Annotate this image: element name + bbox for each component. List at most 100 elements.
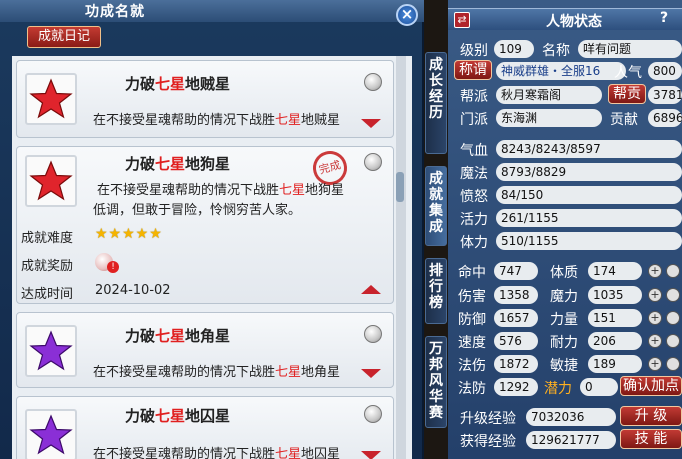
title-button[interactable]: 称谓 [454,60,492,80]
date-value: 2024-10-02 [95,283,171,298]
close-icon[interactable]: × [396,4,418,26]
list-scrollbar[interactable] [396,56,406,459]
guild-contribution-button[interactable]: 帮贡 [608,84,646,104]
speed-label: 速度 [458,335,486,351]
sub-endurance-icon[interactable] [666,334,680,348]
difficulty-stars: ★★★★★ [95,226,163,242]
achievement-title: 力破七星地囚星 [125,407,231,425]
damage-value: 1358 [494,286,538,304]
achievement-list[interactable]: 力破七星地贼星 在不接受星魂帮助的情况下战胜七星地贼星 力破七星地狗星 完成 在… [12,56,412,459]
name-value: 咩有问题 [578,40,682,58]
constitution-label: 体质 [550,265,578,281]
hp-value: 8243/8243/8597 [496,140,682,158]
star-icon [25,155,77,207]
sect-value: 东海渊 [496,109,602,127]
status-title-bar: ⇄ 人物状态 ? [448,8,682,30]
magic-label: 魔力 [550,289,578,305]
add-agility-icon[interactable]: + [648,357,662,371]
achievement-card[interactable]: 力破七星地角星 在不接受星魂帮助的情况下战胜七星地角星 [16,312,394,388]
achievement-card-expanded[interactable]: 力破七星地狗星 完成 在不接受星魂帮助的情况下战胜七星地狗星 低调，但敢于冒险，… [16,146,394,304]
achievement-panel: 功成名就 × 成就日记 力破七星地贼星 在不接受星魂帮助的情况下战胜七星地贼星 … [0,0,424,459]
contribution-label: 贡献 [610,112,638,128]
star-icon [25,73,77,125]
sub-strength-icon[interactable] [666,311,680,325]
mp-value: 8793/8829 [496,163,682,181]
achievement-description: 在不接受星魂帮助的情况下战胜七星地贼星 [93,113,341,128]
character-status-panel: ⇄ 人物状态 ? 级别 109 名称 咩有问题 称谓 神威群雄・全服16 人气 … [448,0,682,459]
menu-icon[interactable]: ⇄ [454,12,470,28]
guild-contribution-value: 3781 [648,86,682,104]
achievement-card[interactable]: 力破七星地囚星 在不接受星魂帮助的情况下战胜七星地囚星 [16,396,394,459]
damage-label: 伤害 [458,289,486,305]
magic-attack-value: 1872 [494,355,538,373]
vitality-value: 261/1155 [496,209,682,227]
difficulty-label: 成就难度 [21,231,74,246]
hit-value: 747 [494,262,538,280]
add-endurance-icon[interactable]: + [648,334,662,348]
peach-icon [364,153,382,171]
stamina-label: 体力 [460,235,488,251]
achievement-title: 力破七星地贼星 [125,75,231,93]
level-value: 109 [494,40,534,58]
sect-label: 门派 [460,112,488,128]
popularity-value: 800 [648,62,682,80]
expand-arrow-icon[interactable] [361,369,381,378]
achievement-description: 在不接受星魂帮助的情况下战胜七星地囚星 [93,447,341,459]
expand-arrow-icon[interactable] [361,451,381,459]
star-icon [25,409,77,459]
agility-value: 189 [588,355,642,373]
sub-constitution-icon[interactable] [666,264,680,278]
title-value: 神威群雄・全服16 [496,62,626,80]
collapse-arrow-icon[interactable] [361,285,381,294]
achievement-description: 在不接受星魂帮助的情况下战胜七星地狗星 [97,183,345,198]
confirm-points-button[interactable]: 确认加点 [620,376,682,396]
strength-label: 力量 [550,312,578,328]
add-magic-icon[interactable]: + [648,288,662,302]
level-up-button[interactable]: 升 级 [620,406,682,426]
expand-arrow-icon[interactable] [361,119,381,128]
panel-title: 功成名就 [85,4,145,20]
potential-label: 潜力 [544,381,572,397]
guild-label: 帮派 [460,89,488,105]
tab-wanbang[interactable]: 万邦风华赛 [425,336,447,428]
stamina-value: 510/1155 [496,232,682,250]
side-tabs: 成长经历 成就集成 排行榜 万邦风华赛 [424,0,448,459]
magic-value: 1035 [588,286,642,304]
achievement-diary-button[interactable]: 成就日记 [27,26,101,48]
reward-label: 成就奖励 [21,259,74,274]
anger-label: 愤怒 [460,189,488,205]
tab-ranking[interactable]: 排行榜 [425,258,447,324]
tab-achievements[interactable]: 成就集成 [425,166,447,246]
achievement-title: 力破七星地狗星 [125,155,231,173]
achievement-card[interactable]: 力破七星地贼星 在不接受星魂帮助的情况下战胜七星地贼星 [16,60,394,138]
name-label: 名称 [542,43,570,59]
achievement-description: 在不接受星魂帮助的情况下战胜七星地角星 [93,365,341,380]
exp-gained-value: 129621777 [526,431,616,449]
sub-agility-icon[interactable] [666,357,680,371]
tab-growth[interactable]: 成长经历 [425,52,447,154]
help-icon[interactable]: ? [660,10,668,26]
star-icon [25,325,77,377]
sub-magic-icon[interactable] [666,288,680,302]
date-label: 达成时间 [21,287,74,302]
anger-value: 84/150 [496,186,682,204]
constitution-value: 174 [588,262,642,280]
achievement-description-line2: 低调，但敢于冒险，怜悯穷苦人家。 [93,203,302,218]
skills-button[interactable]: 技 能 [620,429,682,449]
achievement-title-bar: 功成名就 [0,0,424,22]
exp-to-level-value: 7032036 [526,408,616,426]
peach-icon [364,405,382,423]
status-title: 人物状态 [546,14,602,30]
achievement-title: 力破七星地角星 [125,327,231,345]
hit-label: 命中 [458,265,486,281]
add-strength-icon[interactable]: + [648,311,662,325]
potential-value: 0 [580,378,618,396]
speed-value: 576 [494,332,538,350]
contribution-value: 6896 [648,109,682,127]
exp-to-level-label: 升级经验 [460,411,516,427]
add-constitution-icon[interactable]: + [648,264,662,278]
hp-label: 气血 [460,143,488,159]
level-label: 级别 [460,43,488,59]
scroll-thumb[interactable] [396,172,404,202]
defense-value: 1657 [494,309,538,327]
